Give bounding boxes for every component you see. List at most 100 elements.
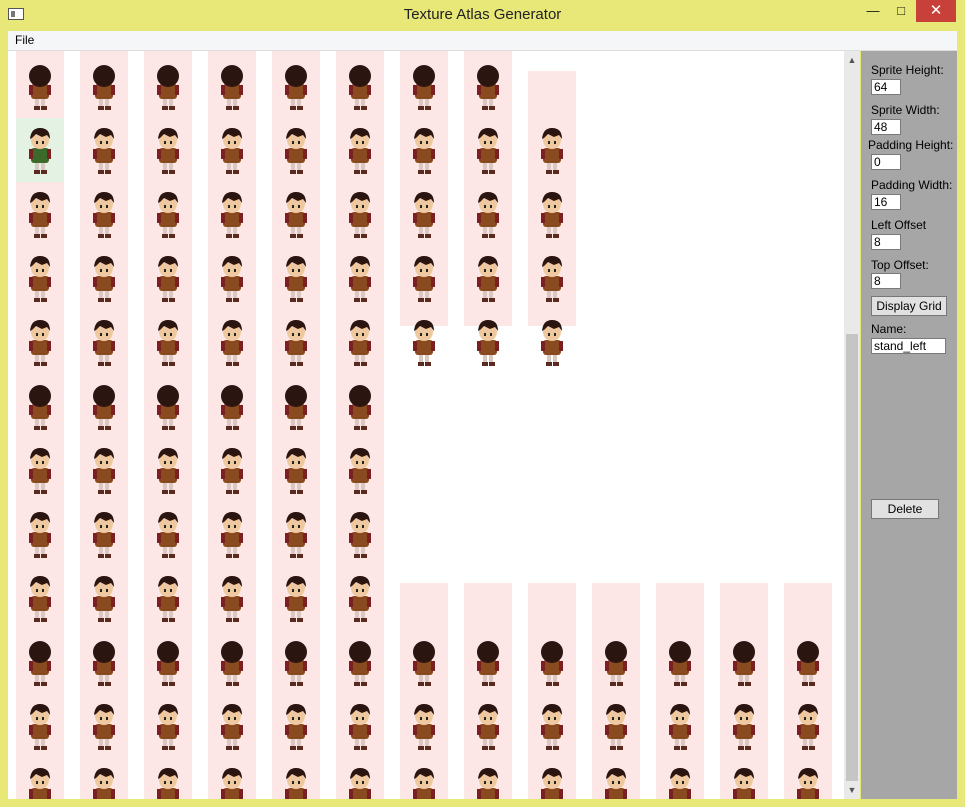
maximize-button[interactable]: □ — [886, 0, 916, 22]
character-sprite[interactable] — [784, 630, 832, 694]
character-sprite[interactable] — [400, 758, 448, 799]
character-sprite[interactable] — [208, 758, 256, 799]
character-sprite[interactable] — [16, 182, 64, 246]
character-sprite[interactable] — [464, 54, 512, 118]
character-sprite[interactable] — [16, 566, 64, 630]
character-sprite[interactable] — [208, 374, 256, 438]
character-sprite[interactable] — [656, 630, 704, 694]
character-sprite[interactable] — [16, 374, 64, 438]
character-sprite[interactable] — [464, 246, 512, 310]
character-sprite[interactable] — [16, 694, 64, 758]
character-sprite[interactable] — [80, 566, 128, 630]
minimize-button[interactable]: — — [858, 0, 888, 22]
character-sprite[interactable] — [400, 630, 448, 694]
character-sprite[interactable] — [272, 54, 320, 118]
character-sprite[interactable] — [16, 758, 64, 799]
character-sprite[interactable] — [208, 54, 256, 118]
character-sprite[interactable] — [272, 630, 320, 694]
character-sprite[interactable] — [400, 310, 448, 374]
character-sprite[interactable] — [208, 310, 256, 374]
character-sprite[interactable] — [592, 758, 640, 799]
character-sprite[interactable] — [592, 630, 640, 694]
sprite-width-input[interactable]: 48 — [871, 119, 901, 135]
character-sprite[interactable] — [336, 374, 384, 438]
character-sprite[interactable] — [464, 630, 512, 694]
vertical-scrollbar[interactable]: ▲ ▼ — [844, 51, 860, 799]
character-sprite[interactable] — [336, 630, 384, 694]
character-sprite[interactable] — [464, 310, 512, 374]
character-sprite[interactable] — [80, 502, 128, 566]
menu-file[interactable]: File — [15, 33, 34, 47]
character-sprite[interactable] — [80, 118, 128, 182]
character-sprite[interactable] — [144, 438, 192, 502]
character-sprite[interactable] — [720, 758, 768, 799]
character-sprite[interactable] — [208, 694, 256, 758]
character-sprite[interactable] — [336, 502, 384, 566]
character-sprite[interactable] — [464, 118, 512, 182]
character-sprite[interactable] — [16, 630, 64, 694]
character-sprite[interactable] — [144, 758, 192, 799]
character-sprite[interactable] — [144, 54, 192, 118]
close-button[interactable]: ✕ — [916, 0, 956, 22]
character-sprite[interactable] — [80, 182, 128, 246]
character-sprite[interactable] — [336, 310, 384, 374]
character-sprite[interactable] — [400, 246, 448, 310]
character-sprite[interactable] — [144, 630, 192, 694]
character-sprite[interactable] — [144, 694, 192, 758]
character-sprite[interactable] — [592, 694, 640, 758]
character-sprite[interactable] — [80, 246, 128, 310]
character-sprite[interactable] — [272, 438, 320, 502]
character-sprite[interactable] — [208, 566, 256, 630]
character-sprite[interactable] — [80, 630, 128, 694]
character-sprite[interactable] — [272, 374, 320, 438]
character-sprite[interactable] — [720, 694, 768, 758]
character-sprite[interactable] — [144, 310, 192, 374]
character-sprite[interactable] — [208, 630, 256, 694]
character-sprite[interactable] — [400, 54, 448, 118]
character-sprite[interactable] — [208, 118, 256, 182]
delete-button[interactable]: Delete — [871, 499, 939, 519]
character-sprite[interactable] — [528, 246, 576, 310]
character-sprite[interactable] — [272, 502, 320, 566]
character-sprite[interactable] — [208, 438, 256, 502]
character-sprite[interactable] — [16, 246, 64, 310]
character-sprite[interactable] — [272, 246, 320, 310]
character-sprite[interactable] — [336, 118, 384, 182]
left-offset-input[interactable]: 8 — [871, 234, 901, 250]
character-sprite[interactable] — [16, 502, 64, 566]
name-input[interactable]: stand_left — [871, 338, 946, 354]
character-sprite[interactable] — [208, 246, 256, 310]
character-sprite[interactable] — [80, 54, 128, 118]
character-sprite[interactable] — [336, 182, 384, 246]
character-sprite[interactable] — [336, 694, 384, 758]
character-sprite[interactable] — [16, 438, 64, 502]
character-sprite[interactable] — [80, 694, 128, 758]
character-sprite[interactable] — [528, 630, 576, 694]
character-sprite[interactable] — [336, 54, 384, 118]
character-sprite[interactable] — [272, 694, 320, 758]
character-sprite[interactable] — [208, 502, 256, 566]
character-sprite[interactable] — [208, 182, 256, 246]
character-sprite[interactable] — [784, 694, 832, 758]
character-sprite[interactable] — [144, 566, 192, 630]
character-sprite[interactable] — [528, 118, 576, 182]
scroll-thumb[interactable] — [846, 334, 858, 781]
character-sprite[interactable] — [144, 246, 192, 310]
character-sprite[interactable] — [272, 118, 320, 182]
character-sprite[interactable] — [528, 758, 576, 799]
character-sprite[interactable] — [400, 694, 448, 758]
character-sprite[interactable] — [336, 758, 384, 799]
character-sprite[interactable] — [272, 758, 320, 799]
character-sprite[interactable] — [80, 438, 128, 502]
character-sprite[interactable] — [784, 758, 832, 799]
sprite-height-input[interactable]: 64 — [871, 79, 901, 95]
character-sprite[interactable] — [400, 118, 448, 182]
character-sprite[interactable] — [144, 182, 192, 246]
character-sprite[interactable] — [336, 246, 384, 310]
character-sprite[interactable] — [720, 630, 768, 694]
character-sprite[interactable] — [16, 118, 64, 182]
character-sprite[interactable] — [272, 566, 320, 630]
character-sprite[interactable] — [80, 758, 128, 799]
character-sprite[interactable] — [464, 758, 512, 799]
character-sprite[interactable] — [528, 182, 576, 246]
